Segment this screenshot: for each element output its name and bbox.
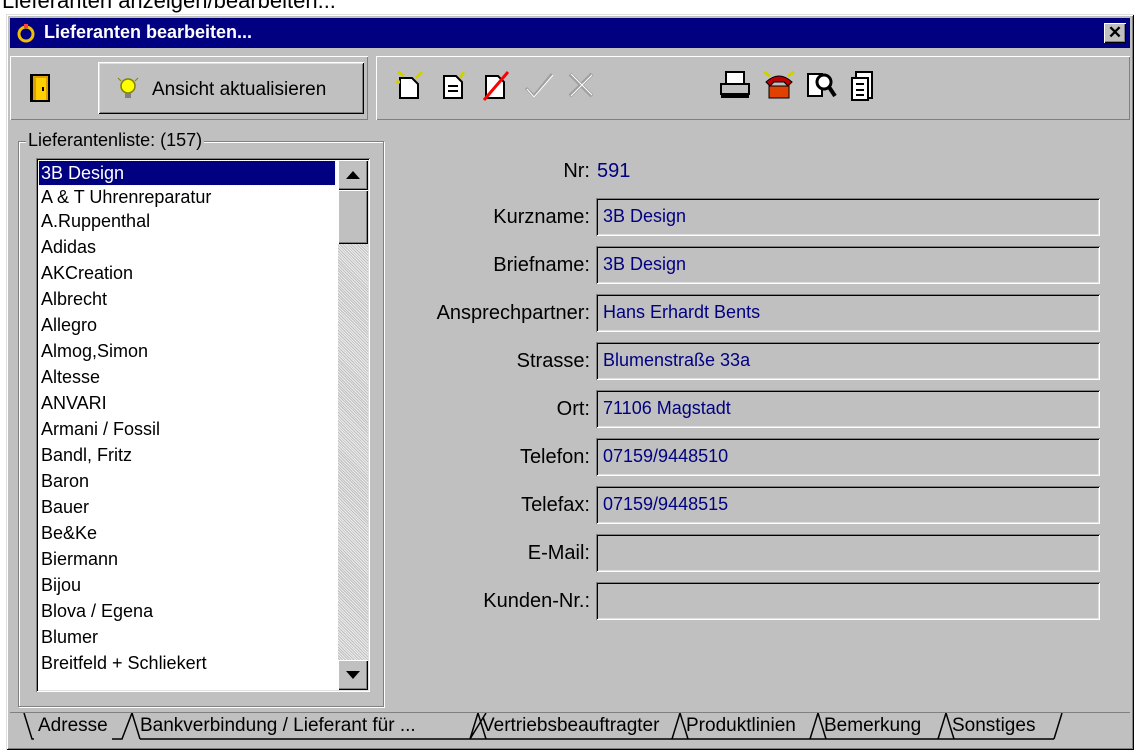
close-button[interactable]: ✕ xyxy=(1104,23,1126,43)
arrow-up-icon xyxy=(346,171,360,179)
supplier-edit-window: Lieferanten bearbeiten... ✕ Ansicht aktu… xyxy=(6,14,1134,750)
supplier-list-legend: Lieferantenliste: (157) xyxy=(26,130,205,151)
delete-document-icon[interactable] xyxy=(480,68,514,102)
list-item[interactable]: A.Ruppenthal xyxy=(39,209,150,233)
list-item[interactable]: Armani / Fossil xyxy=(39,417,160,441)
ring-icon xyxy=(17,24,35,43)
kunden-nr-label: Kunden-Nr.: xyxy=(483,590,590,612)
refresh-view-label: Ansicht aktualisieren xyxy=(152,79,327,100)
list-item[interactable]: Bijou xyxy=(39,573,81,597)
print-icon[interactable] xyxy=(718,68,752,102)
list-item[interactable]: Allegro xyxy=(39,313,97,337)
new-document-icon[interactable] xyxy=(394,68,428,102)
list-item[interactable]: AKCreation xyxy=(39,261,133,285)
list-item[interactable]: Breitfeld + Schliekert xyxy=(39,651,207,675)
tab-adresse[interactable]: Adresse xyxy=(34,713,112,741)
cancel-x-icon[interactable] xyxy=(564,68,598,102)
list-item[interactable]: Adidas xyxy=(39,235,96,259)
arrow-down-icon xyxy=(346,671,360,679)
email-label: E-Mail: xyxy=(527,542,590,564)
toolbar-left: Ansicht aktualisieren xyxy=(10,56,368,120)
kunden-nr-field[interactable] xyxy=(596,582,1100,620)
nr-label: Nr: xyxy=(563,160,590,182)
tab-produktlinien[interactable]: Produktlinien xyxy=(682,713,800,741)
list-item[interactable]: ANVARI xyxy=(39,391,107,415)
window-title: Lieferanten bearbeiten... xyxy=(44,22,253,42)
strasse-label: Strasse: xyxy=(516,350,590,372)
lightbulb-icon xyxy=(117,77,139,98)
tab-bar: Adresse Bankverbindung / Lieferant für .… xyxy=(10,712,1130,747)
ort-field[interactable]: 71106 Magstadt xyxy=(596,390,1100,428)
list-item[interactable]: Baron xyxy=(39,469,89,493)
briefname-field[interactable]: 3B Design xyxy=(596,246,1100,284)
list-item[interactable]: Bauer xyxy=(39,495,89,519)
telefon-label: Telefon: xyxy=(519,446,590,468)
tab-bemerkung[interactable]: Bemerkung xyxy=(820,713,925,741)
notes-icon[interactable] xyxy=(848,68,882,102)
supplier-listbox[interactable]: 3B Design A & T Uhrenreparatur A.Ruppent… xyxy=(36,158,370,692)
ort-label: Ort: xyxy=(556,398,590,420)
list-item[interactable]: Blova / Egena xyxy=(39,599,153,623)
list-item[interactable]: Be&Ke xyxy=(39,521,97,545)
strasse-field[interactable]: Blumenstraße 33a xyxy=(596,342,1100,380)
tab-bankverbindung[interactable]: Bankverbindung / Lieferant für ... xyxy=(136,713,420,741)
toolbar-right xyxy=(376,56,1130,120)
refresh-view-button[interactable]: Ansicht aktualisieren xyxy=(98,62,364,114)
background-window-title: Lieferanten anzeigen/bearbeiten... xyxy=(2,0,336,13)
telefon-field[interactable]: 07159/9448510 xyxy=(596,438,1100,476)
scroll-up-button[interactable] xyxy=(338,160,368,190)
title-bar[interactable]: Lieferanten bearbeiten... ✕ xyxy=(10,18,1130,48)
ansprechpartner-label: Ansprechpartner: xyxy=(436,302,590,324)
list-item[interactable]: Almog,Simon xyxy=(39,339,148,363)
list-item[interactable]: Blumer xyxy=(39,625,98,649)
exit-door-icon[interactable] xyxy=(28,72,54,104)
telefax-label: Telefax: xyxy=(521,494,590,516)
list-item[interactable]: Albrecht xyxy=(39,287,107,311)
ansprechpartner-field[interactable]: Hans Erhardt Bents xyxy=(596,294,1100,332)
tab-sonstiges[interactable]: Sonstiges xyxy=(948,713,1039,741)
briefname-label: Briefname: xyxy=(493,254,590,276)
list-scrollbar[interactable] xyxy=(338,160,368,690)
list-item[interactable]: 3B Design xyxy=(38,160,336,186)
kurzname-label: Kurzname: xyxy=(493,206,590,228)
email-field[interactable] xyxy=(596,534,1100,572)
copy-document-icon[interactable] xyxy=(438,68,472,102)
list-item[interactable]: Altesse xyxy=(39,365,100,389)
phone-icon[interactable] xyxy=(762,68,796,102)
nr-value: 591 xyxy=(597,160,631,182)
confirm-check-icon[interactable] xyxy=(522,68,556,102)
search-icon[interactable] xyxy=(804,68,838,102)
scroll-thumb[interactable] xyxy=(338,190,368,244)
kurzname-field[interactable]: 3B Design xyxy=(596,198,1100,236)
tab-vertriebsbeauftragter[interactable]: Vertriebsbeauftragter xyxy=(478,713,663,741)
scroll-down-button[interactable] xyxy=(338,660,368,690)
list-item[interactable]: A & T Uhrenreparatur xyxy=(39,185,211,209)
list-item[interactable]: Bandl, Fritz xyxy=(39,443,132,467)
list-item[interactable]: Biermann xyxy=(39,547,118,571)
telefax-field[interactable]: 07159/9448515 xyxy=(596,486,1100,524)
